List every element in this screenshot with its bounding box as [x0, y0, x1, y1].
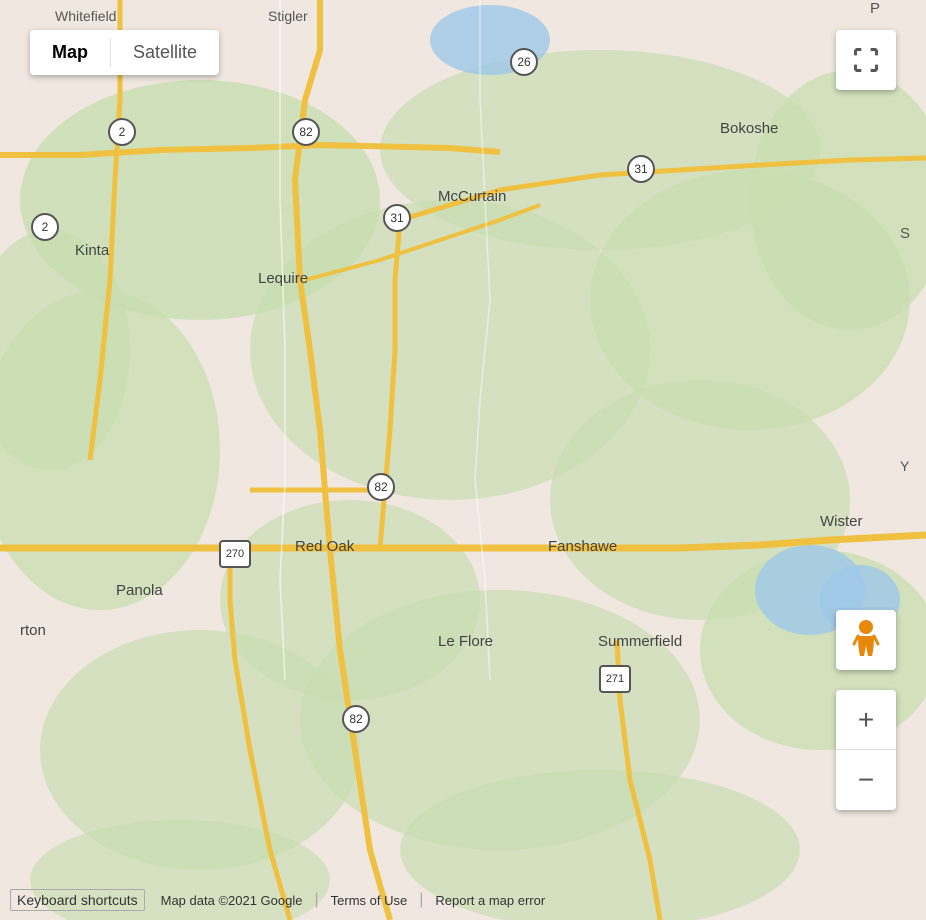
zoom-in-button[interactable]: +: [836, 690, 896, 750]
pegman-button[interactable]: [836, 610, 896, 670]
zoom-controls: + −: [836, 690, 896, 810]
zoom-out-button[interactable]: −: [836, 750, 896, 810]
map-background: [0, 0, 926, 920]
map-container[interactable]: Map Satellite 26 82 2 31 2 31 82: [0, 0, 926, 920]
map-data-text: Map data ©2021 Google: [161, 893, 303, 908]
map-type-satellite-button[interactable]: Satellite: [111, 30, 219, 75]
fullscreen-button[interactable]: [836, 30, 896, 90]
divider-2: |: [419, 891, 423, 909]
report-error-text[interactable]: Report a map error: [435, 893, 545, 908]
terms-of-use-text[interactable]: Terms of Use: [331, 893, 408, 908]
fullscreen-icon: [852, 46, 880, 74]
divider-1: |: [314, 891, 318, 909]
bottom-bar: Keyboard shortcuts Map data ©2021 Google…: [0, 880, 926, 920]
map-type-toggle[interactable]: Map Satellite: [30, 30, 219, 75]
pegman-icon: [848, 618, 884, 662]
map-type-map-button[interactable]: Map: [30, 30, 110, 75]
keyboard-shortcuts-link[interactable]: Keyboard shortcuts: [10, 889, 145, 911]
